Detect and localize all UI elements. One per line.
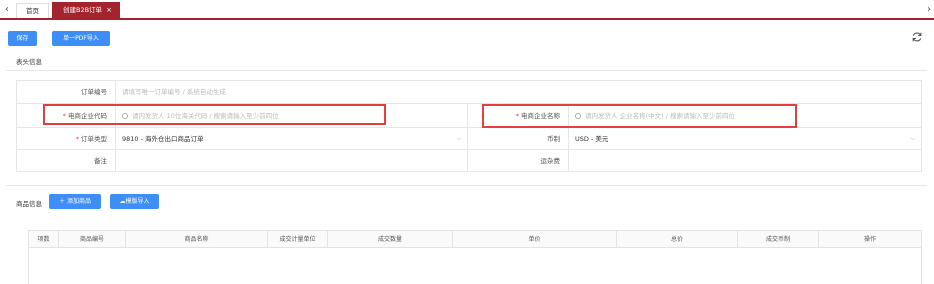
template-import-button[interactable]: ☁模版导入 <box>110 194 159 209</box>
freight-input[interactable] <box>569 150 922 172</box>
column-header: 总价 <box>617 231 738 248</box>
pdf-import-button[interactable]: 单一PDF导入 <box>52 31 110 46</box>
chevron-down-icon: ⌵ <box>910 135 915 142</box>
order-no-label: 订单编号 <box>17 81 116 104</box>
freight-label: 运杂费 <box>468 150 569 172</box>
highlight-box-ec-name <box>482 104 797 128</box>
column-header: 商品编号 <box>59 231 126 248</box>
column-header: 商品名称 <box>126 231 268 248</box>
goods-table-body <box>28 248 922 284</box>
section-divider <box>6 185 927 186</box>
order-type-select[interactable]: 9810 - 海外仓出口商品订单 ⌵ <box>116 128 468 150</box>
currency-select[interactable]: USD - 美元 ⌵ <box>569 128 922 150</box>
order-type-label: * 订单类型 <box>17 128 116 150</box>
tab-close-icon[interactable]: × <box>106 2 112 19</box>
highlight-box-ec-code <box>43 104 386 125</box>
column-header: 成交数量 <box>328 231 453 248</box>
remark-label: 备注 <box>17 150 116 172</box>
chevron-down-icon: ⌵ <box>456 135 461 142</box>
goods-section-title: 商品信息 <box>16 200 42 208</box>
column-header: 单价 <box>453 231 617 248</box>
currency-value: USD - 美元 <box>575 135 609 143</box>
tab-scroll-right-icon[interactable]: › <box>924 3 934 17</box>
column-header: 成交计量单位 <box>268 231 328 248</box>
save-button[interactable]: 保存 <box>8 31 37 46</box>
tab-bar: ‹ 首页 创建B2B订单 × › <box>0 0 934 20</box>
column-header: 成交币制 <box>738 231 819 248</box>
header-section-title: 表头信息 <box>16 58 42 66</box>
remark-input[interactable] <box>116 150 468 172</box>
order-type-value: 9810 - 海外仓出口商品订单 <box>122 135 204 143</box>
tab-scroll-left-icon[interactable]: ‹ <box>2 3 12 17</box>
tab-active-label: 创建B2B订单 <box>63 6 103 14</box>
column-header: 项数 <box>29 231 59 248</box>
plus-icon: ＋ <box>59 198 67 205</box>
goods-table-header: 项数 商品编号 商品名称 成交计量单位 成交数量 单价 总价 成交币制 操作 <box>28 230 922 248</box>
add-goods-label: 添加商品 <box>66 198 91 205</box>
refresh-icon[interactable] <box>911 31 923 43</box>
section-divider <box>6 70 927 71</box>
tab-home[interactable]: 首页 <box>16 3 49 18</box>
required-mark: * <box>75 135 79 143</box>
add-goods-button[interactable]: ＋ 添加商品 <box>49 194 101 209</box>
template-import-label: 模版导入 <box>125 198 150 205</box>
currency-label: 币制 <box>468 128 569 150</box>
tab-create-b2b-order[interactable]: 创建B2B订单 × <box>52 2 120 20</box>
column-header: 操作 <box>863 236 876 243</box>
order-type-label-text: 订单类型 <box>81 135 107 143</box>
order-no-input[interactable]: 请填写唯一订单编号 / 系统自动生成 <box>116 81 922 104</box>
